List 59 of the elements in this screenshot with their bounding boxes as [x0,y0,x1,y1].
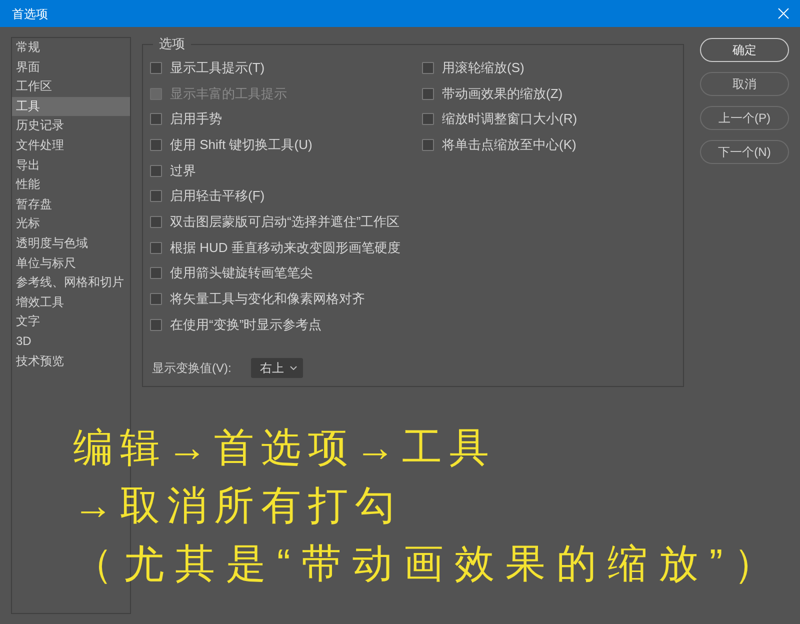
sidebar-item[interactable]: 暂存盘 [12,194,130,214]
checkbox-label[interactable]: 在使用“变换”时显示参考点 [170,316,322,333]
checkbox-label[interactable]: 使用 Shift 键切换工具(U) [170,136,312,153]
sidebar-item[interactable]: 单位与标尺 [12,254,130,274]
group-title: 选项 [158,36,186,52]
checkbox[interactable] [150,242,162,254]
checkbox-label[interactable]: 使用箭头键旋转画笔笔尖 [170,265,313,282]
checkbox[interactable] [150,164,162,177]
sidebar-item[interactable]: 性能 [12,175,130,195]
checkbox-label[interactable]: 启用手势 [170,111,222,128]
sidebar-item[interactable]: 文字 [12,312,130,332]
dialog-button[interactable]: 取消 [700,72,789,96]
sidebar-item[interactable]: 文件处理 [12,136,130,156]
checkbox-label[interactable]: 带动画效果的缩放(Z) [442,86,563,102]
sidebar-item[interactable]: 参考线、网格和切片 [12,273,130,293]
checkbox[interactable] [150,267,162,280]
checkbox-label[interactable]: 用滚轮缩放(S) [442,60,524,76]
checkbox-label[interactable]: 过界 [170,162,196,179]
checkbox-label[interactable]: 显示工具提示(T) [170,60,265,76]
checkbox[interactable] [422,62,434,74]
dropdown[interactable]: 右上 [251,358,303,378]
annotation-text: 编辑→首选项→工具 [73,425,496,472]
sidebar-item[interactable]: 增效工具 [12,292,130,312]
dialog-button[interactable]: 上一个(P) [700,106,789,130]
checkbox[interactable] [150,318,162,331]
checkbox[interactable] [150,62,162,74]
sidebar-item[interactable]: 透明度与色域 [12,234,130,254]
sidebar-item[interactable]: 工作区 [12,77,130,97]
checkbox-label[interactable]: 启用轻击平移(F) [170,188,265,204]
sidebar-item[interactable]: 光标 [12,214,130,234]
sidebar-item[interactable]: 导出 [12,156,130,176]
sidebar-item[interactable]: 工具 [12,96,130,116]
checkbox-label[interactable]: 将单击点缩放至中心(K) [442,136,576,153]
checkbox[interactable] [150,216,162,228]
checkbox-label[interactable]: 缩放时调整窗口大小(R) [442,111,578,128]
sidebar-item[interactable]: 技术预览 [12,352,130,372]
checkbox[interactable] [422,88,434,100]
checkbox[interactable] [150,138,162,151]
checkbox[interactable] [150,190,162,202]
checkbox-label[interactable]: 根据 HUD 垂直移动来改变圆形画笔硬度 [170,240,400,256]
checkbox-label[interactable]: 将矢量工具与变化和像素网格对齐 [170,291,365,308]
sidebar-item[interactable]: 常规 [12,38,130,58]
annotation-text: →取消所有打勾 [73,483,402,530]
checkbox[interactable] [422,113,434,126]
sidebar-item[interactable]: 历史记录 [12,116,130,136]
close-icon[interactable] [778,8,789,19]
dialog-button[interactable]: 下一个(N) [700,140,789,164]
sidebar-item[interactable]: 界面 [12,58,130,78]
field-label: 显示变换值(V): [152,360,232,376]
checkbox-label[interactable]: 双击图层蒙版可启动“选择并遮住”工作区 [170,214,400,230]
dialog-button[interactable]: 确定 [700,38,789,62]
checkbox[interactable] [150,113,162,126]
sidebar-item[interactable]: 3D [12,332,130,352]
checkbox[interactable] [422,138,434,151]
checkbox[interactable] [150,293,162,306]
dropdown-value: 右上 [260,360,284,376]
annotation-text: （尤其是“带动画效果的缩放”） [73,541,785,588]
chevron-down-icon [290,366,297,370]
window-title: 首选项 [12,6,48,22]
